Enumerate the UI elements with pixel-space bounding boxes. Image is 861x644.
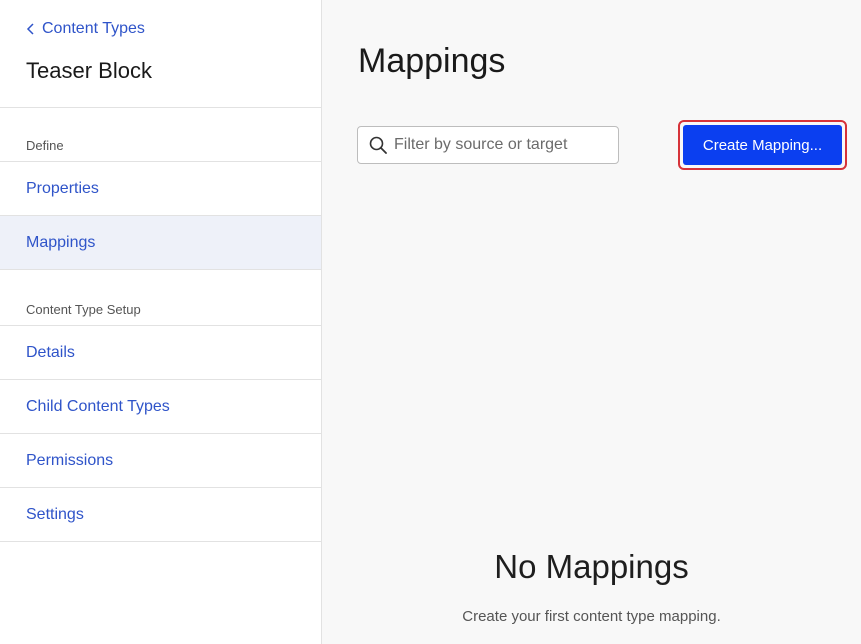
empty-state-title: No Mappings [494,548,689,585]
group-label-define: Define [26,138,64,153]
sidebar-item-permissions[interactable]: Permissions [0,434,321,488]
sidebar-item-properties[interactable]: Properties [0,162,321,216]
sidebar-item-mappings[interactable]: Mappings [0,216,321,270]
sidebar-item-child-content-types[interactable]: Child Content Types [0,380,321,434]
empty-state-subtitle: Create your first content type mapping. [462,608,721,625]
search-icon [369,136,387,154]
filter-input[interactable] [394,136,604,154]
create-mapping-button-focus-ring: Create Mapping... [678,120,847,170]
chevron-left-icon [26,23,34,35]
divider [0,107,321,108]
filter-search-box[interactable] [357,126,619,164]
sidebar: Content Types Teaser Block Define Proper… [0,0,322,644]
create-mapping-button[interactable]: Create Mapping... [683,125,842,165]
sidebar-item-details[interactable]: Details [0,326,321,380]
group-label-content-type-setup: Content Type Setup [26,302,141,317]
page-title: Mappings [358,42,506,80]
back-link-label: Content Types [42,20,145,37]
sidebar-item-settings[interactable]: Settings [0,488,321,542]
content-type-title: Teaser Block [26,58,152,83]
back-to-content-types-link[interactable]: Content Types [26,20,145,38]
